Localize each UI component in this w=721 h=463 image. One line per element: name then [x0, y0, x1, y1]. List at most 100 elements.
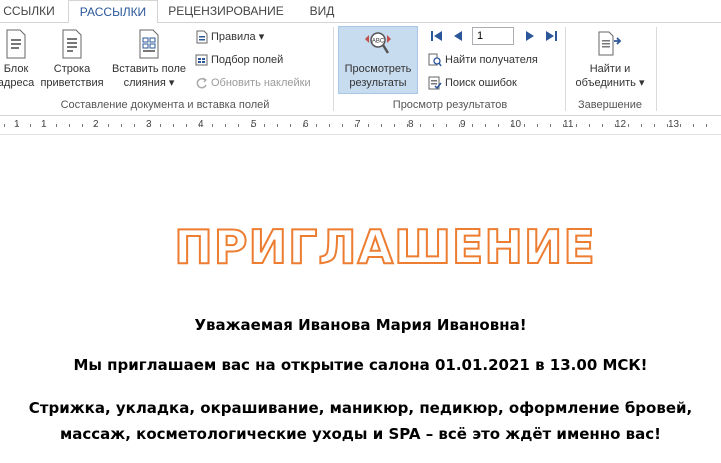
group-label-finish: Завершение — [578, 99, 642, 111]
ruler-tick — [56, 124, 57, 127]
check-errors-button[interactable]: Поиск ошибок — [428, 74, 517, 92]
ruler-tick — [381, 124, 382, 127]
preview-results-label-2: результаты — [349, 77, 407, 89]
ruler-tick — [17, 124, 18, 127]
finish-merge-button[interactable]: Найти и объединить ▾ — [568, 29, 652, 90]
ruler-tick — [160, 124, 161, 127]
ruler-number: 12 — [615, 119, 627, 130]
insert-merge-field-button[interactable]: Вставить поле слияния ▾ — [108, 29, 190, 90]
tab-review[interactable]: РЕЦЕНЗИРОВАНИЕ — [164, 0, 288, 22]
address-block-button[interactable]: Блок адреса — [0, 29, 36, 90]
svg-text:ABC: ABC — [372, 39, 385, 45]
match-fields-button[interactable]: Подбор полей — [195, 51, 283, 69]
refresh-icon — [196, 77, 208, 89]
ruler-tick — [251, 124, 252, 127]
horizontal-ruler: 1 1 2 3 4 5 6 7 8 9 10 11 12 13 — [0, 116, 721, 135]
ruler-tick — [706, 124, 707, 127]
next-record-icon[interactable] — [524, 30, 536, 42]
services-text-line-1: Стрижка, укладка, окрашивание, маникюр, … — [28, 399, 693, 417]
record-number-input[interactable]: 1 — [472, 27, 514, 45]
ruler-tick — [498, 124, 499, 127]
match-fields-icon — [195, 54, 208, 66]
ruler-tick — [186, 124, 187, 127]
check-errors-label: Поиск ошибок — [445, 77, 517, 89]
address-block-label-2: адреса — [0, 77, 35, 89]
ruler-tick — [433, 124, 434, 127]
ruler-tick — [225, 124, 226, 127]
services-text-line-2: массаж, косметологические уходы и SPA – … — [60, 425, 661, 443]
ruler-tick — [511, 124, 512, 127]
group-separator — [333, 27, 334, 111]
ruler-tick — [485, 124, 486, 127]
ruler-tick — [524, 124, 525, 127]
find-recipient-button[interactable]: Найти получателя — [428, 51, 538, 69]
greeting-text: Уважаемая Иванова Мария Ивановна! — [194, 316, 527, 334]
rules-icon — [196, 30, 208, 44]
ruler-tick — [173, 124, 174, 127]
ruler-number: 8 — [408, 119, 414, 130]
ruler-tick — [563, 124, 564, 127]
find-recipient-icon — [428, 53, 442, 67]
ruler-tick — [641, 124, 642, 127]
check-errors-icon — [428, 76, 442, 90]
ruler-number: 9 — [460, 119, 466, 130]
ruler-tick — [108, 124, 109, 127]
ruler-tick — [680, 124, 681, 127]
ruler-tick — [602, 124, 603, 127]
preview-results-label-1: Просмотреть — [344, 63, 412, 75]
insert-merge-field-label-1: Вставить поле — [111, 63, 187, 75]
group-separator — [565, 27, 566, 111]
finish-merge-label-2: объединить ▾ — [575, 77, 645, 89]
ruler-tick — [30, 124, 31, 127]
first-record-icon[interactable] — [430, 30, 444, 42]
ruler-tick — [4, 124, 5, 127]
previous-record-icon[interactable] — [452, 30, 464, 42]
rules-button[interactable]: Правила ▾ — [195, 28, 264, 46]
update-labels-button[interactable]: Обновить наклейки — [195, 74, 311, 92]
rules-label: Правила ▾ — [211, 31, 265, 43]
ruler-tick — [407, 124, 408, 127]
address-block-label-1: Блок — [3, 63, 29, 75]
document-title: ПРИГЛАШЕНИЕ — [174, 220, 596, 274]
ruler-tick — [264, 124, 265, 127]
ribbon-tabs: ССЫЛКИ РАССЫЛКИ РЕЦЕНЗИРОВАНИЕ ВИД — [0, 0, 721, 24]
ruler-tick — [69, 124, 70, 127]
ruler-tick — [355, 124, 356, 127]
ruler-tick — [212, 124, 213, 127]
insert-merge-field-label-2: слияния ▾ — [123, 77, 175, 89]
ruler-tick — [329, 124, 330, 127]
finish-merge-icon — [598, 31, 622, 56]
greeting-line-button[interactable]: Строка приветствия — [38, 29, 106, 90]
ruler-tick — [420, 124, 421, 127]
tab-references[interactable]: ССЫЛКИ — [0, 0, 58, 22]
ruler-tick — [589, 124, 590, 127]
ruler-tick — [147, 124, 148, 127]
tab-view[interactable]: ВИД — [300, 0, 344, 22]
ruler-tick — [134, 124, 135, 127]
ruler-tick — [693, 124, 694, 127]
ruler-tick — [368, 124, 369, 127]
last-record-icon[interactable] — [544, 30, 558, 42]
ruler-tick — [316, 124, 317, 127]
group-separator — [656, 27, 657, 111]
invitation-text: Мы приглашаем вас на открытие салона 01.… — [73, 356, 648, 374]
document-page[interactable]: ПРИГЛАШЕНИЕ Уважаемая Иванова Мария Иван… — [0, 135, 721, 463]
match-fields-label: Подбор полей — [211, 54, 284, 66]
group-label-compose: Составление документа и вставка полей — [60, 99, 270, 111]
ruler-tick — [472, 124, 473, 127]
ruler-tick — [394, 124, 395, 127]
ruler-tick — [537, 124, 538, 127]
tab-mailings[interactable]: РАССЫЛКИ — [68, 0, 158, 24]
ruler-tick — [667, 124, 668, 127]
address-block-icon — [6, 29, 26, 59]
title-wordart: ПРИГЛАШЕНИЕ — [173, 219, 596, 275]
ruler-tick — [121, 124, 122, 127]
ruler-tick — [459, 124, 460, 127]
ruler-tick — [199, 124, 200, 127]
ruler-tick — [43, 124, 44, 127]
ruler-tick — [95, 124, 96, 127]
greeting-line-icon — [62, 29, 82, 59]
ruler-tick — [654, 124, 655, 127]
ruler-tick — [290, 124, 291, 127]
preview-results-button[interactable]: ABC Просмотреть результаты — [338, 29, 418, 90]
